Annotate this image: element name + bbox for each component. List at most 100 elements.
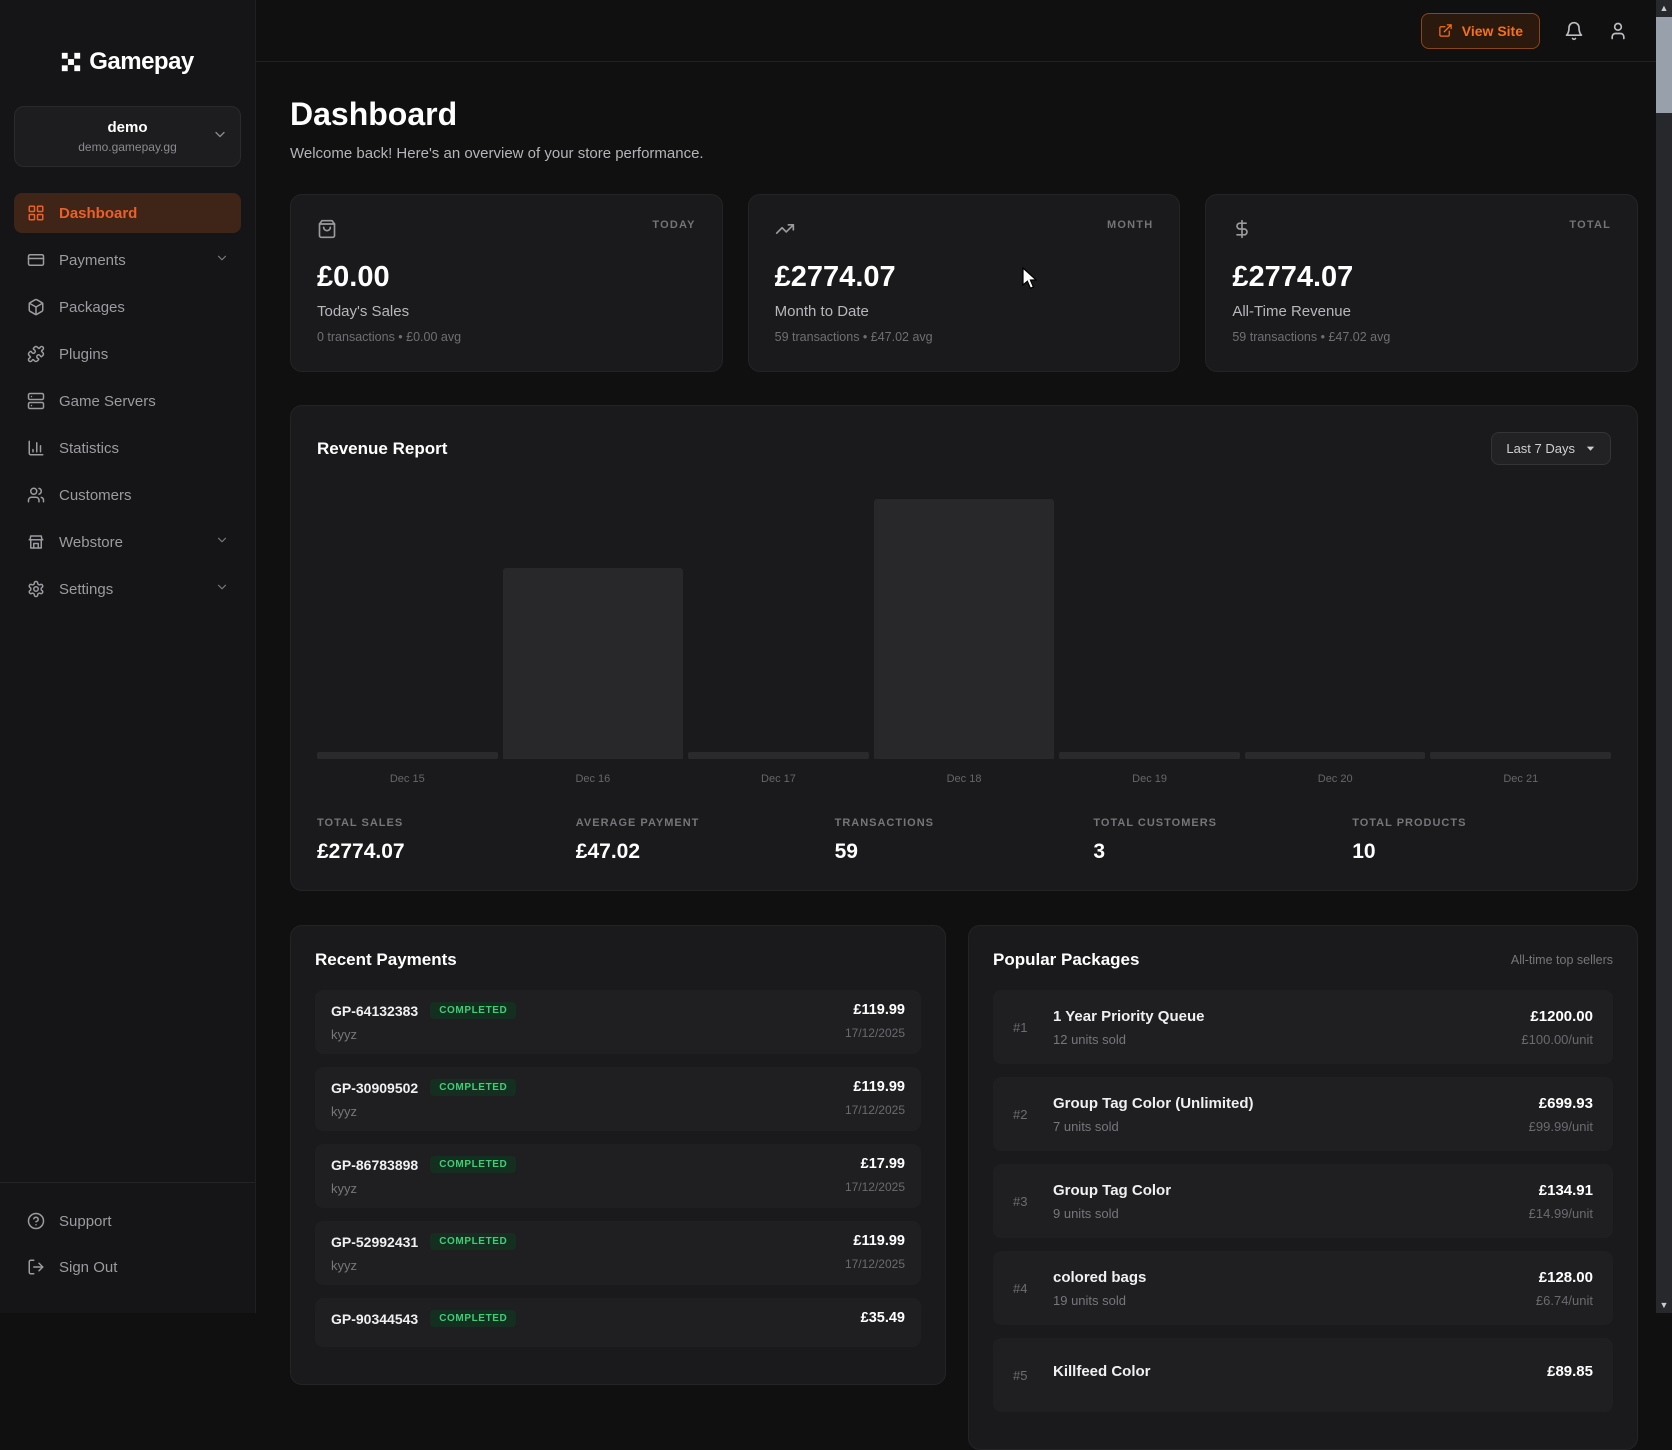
support-button[interactable]: Support: [14, 1201, 241, 1241]
caret-down-icon: [1585, 443, 1596, 454]
scrollbar-up-arrow[interactable]: ▲: [1656, 0, 1672, 16]
chart-x-label: Dec 16: [503, 773, 684, 787]
credit-card-icon: [27, 251, 45, 269]
package-row[interactable]: #2 Group Tag Color (Unlimited) 7 units s…: [993, 1077, 1613, 1151]
status-badge: COMPLETED: [430, 1079, 516, 1096]
card-value: £2774.07: [1232, 261, 1611, 294]
payment-date: 17/12/2025: [845, 1180, 905, 1194]
stat-cards: TODAY £0.00 Today's Sales 0 transactions…: [290, 194, 1638, 372]
sidebar-item-label: Payments: [59, 252, 126, 269]
chart-column: Dec 20: [1245, 487, 1426, 787]
summary-total-customers: TOTAL CUSTOMERS 3: [1093, 817, 1352, 864]
scrollbar-down-arrow[interactable]: ▼: [1656, 1297, 1672, 1313]
notifications-button[interactable]: [1564, 21, 1584, 41]
package-row[interactable]: #3 Group Tag Color 9 units sold £134.91 …: [993, 1164, 1613, 1238]
log-out-icon: [27, 1258, 45, 1276]
sidebar-item-webstore[interactable]: Webstore: [14, 522, 241, 562]
package-total: £89.85: [1547, 1363, 1593, 1380]
payment-amount: £119.99: [845, 1002, 905, 1018]
sidebar-nav: Dashboard Payments Packages Plugins Game…: [14, 193, 241, 609]
package-per-unit: £6.74/unit: [1536, 1293, 1593, 1308]
card-meta: 59 transactions • £47.02 avg: [775, 330, 1154, 344]
status-badge: COMPLETED: [430, 1233, 516, 1250]
recent-payments-title: Recent Payments: [315, 950, 457, 970]
stat-card-total: TOTAL £2774.07 All-Time Revenue 59 trans…: [1205, 194, 1638, 372]
view-site-label: View Site: [1462, 23, 1523, 39]
chart-column: Dec 19: [1059, 487, 1240, 787]
payment-row[interactable]: GP-52992431COMPLETED kyyz £119.99 17/12/…: [315, 1221, 921, 1285]
status-badge: COMPLETED: [430, 1156, 516, 1173]
account-button[interactable]: [1608, 21, 1628, 41]
view-site-button[interactable]: View Site: [1421, 13, 1540, 49]
chart-bar: [317, 752, 498, 759]
payment-amount: £119.99: [845, 1233, 905, 1249]
trending-up-icon: [775, 219, 795, 239]
chart-column: Dec 17: [688, 487, 869, 787]
server-icon: [27, 392, 45, 410]
summary-total-products: TOTAL PRODUCTS 10: [1352, 817, 1611, 864]
date-range-select[interactable]: Last 7 Days: [1491, 432, 1611, 465]
status-badge: COMPLETED: [430, 1002, 516, 1019]
user-icon: [1608, 21, 1628, 41]
sidebar-item-label: Dashboard: [59, 205, 137, 222]
package-name: Killfeed Color: [1053, 1363, 1547, 1380]
sidebar-item-label: Game Servers: [59, 393, 156, 410]
payment-amount: £119.99: [845, 1079, 905, 1095]
chart-x-label: Dec 15: [317, 773, 498, 787]
sign-out-button[interactable]: Sign Out: [14, 1247, 241, 1287]
sidebar-item-settings[interactable]: Settings: [14, 569, 241, 609]
card-meta: 0 transactions • £0.00 avg: [317, 330, 696, 344]
sidebar-item-customers[interactable]: Customers: [14, 475, 241, 515]
payment-row[interactable]: GP-64132383COMPLETED kyyz £119.99 17/12/…: [315, 990, 921, 1054]
sidebar-item-dashboard[interactable]: Dashboard: [14, 193, 241, 233]
package-row[interactable]: #5 Killfeed Color £89.85: [993, 1338, 1613, 1412]
revenue-report-title: Revenue Report: [317, 439, 447, 459]
chart-bar: [1245, 752, 1426, 759]
payment-row[interactable]: GP-86783898COMPLETED kyyz £17.99 17/12/2…: [315, 1144, 921, 1208]
package-units: 9 units sold: [1053, 1206, 1529, 1221]
card-meta: 59 transactions • £47.02 avg: [1232, 330, 1611, 344]
scrollbar-thumb[interactable]: [1656, 17, 1672, 113]
package-total: £134.91: [1529, 1182, 1593, 1199]
card-period: TOTAL: [1569, 219, 1611, 231]
payment-row[interactable]: GP-30909502COMPLETED kyyz £119.99 17/12/…: [315, 1067, 921, 1131]
chevron-down-icon: [215, 251, 229, 269]
chart-x-label: Dec 18: [874, 773, 1055, 787]
payment-customer: kyyz: [331, 1181, 516, 1196]
sidebar-item-plugins[interactable]: Plugins: [14, 334, 241, 374]
payment-row[interactable]: GP-90344543COMPLETED £35.49: [315, 1298, 921, 1347]
package-row[interactable]: #4 colored bags 19 units sold £128.00 £6…: [993, 1251, 1613, 1325]
recent-payments-panel: Recent Payments GP-64132383COMPLETED kyy…: [290, 925, 946, 1385]
sidebar-item-payments[interactable]: Payments: [14, 240, 241, 280]
page-subtitle: Welcome back! Here's an overview of your…: [290, 145, 1638, 162]
popular-packages-panel: Popular Packages All-time top sellers #1…: [968, 925, 1638, 1450]
chart-x-label: Dec 21: [1430, 773, 1611, 787]
support-label: Support: [59, 1213, 112, 1230]
sidebar-item-packages[interactable]: Packages: [14, 287, 241, 327]
package-row[interactable]: #1 1 Year Priority Queue 12 units sold £…: [993, 990, 1613, 1064]
package-name: colored bags: [1053, 1269, 1536, 1286]
chevron-down-icon: [215, 533, 229, 551]
sidebar-item-statistics[interactable]: Statistics: [14, 428, 241, 468]
package-per-unit: £14.99/unit: [1529, 1206, 1593, 1221]
package-rank: #3: [1013, 1194, 1053, 1209]
topbar: View Site: [256, 0, 1672, 62]
card-label: Today's Sales: [317, 303, 696, 320]
package-per-unit: £100.00/unit: [1521, 1032, 1593, 1047]
sidebar-item-game-servers[interactable]: Game Servers: [14, 381, 241, 421]
scrollbar[interactable]: ▲ ▼: [1656, 0, 1672, 1313]
payment-date: 17/12/2025: [845, 1026, 905, 1040]
summary-transactions: TRANSACTIONS 59: [835, 817, 1094, 864]
popular-packages-subtitle: All-time top sellers: [1511, 953, 1613, 967]
chart-bar: [1059, 752, 1240, 759]
summary-average-payment: AVERAGE PAYMENT £47.02: [576, 817, 835, 864]
chevron-down-icon: [212, 126, 228, 147]
page-title: Dashboard: [290, 96, 1638, 133]
payment-date: 17/12/2025: [845, 1257, 905, 1271]
chart-column: Dec 15: [317, 487, 498, 787]
package-icon: [27, 298, 45, 316]
sidebar-item-label: Customers: [59, 487, 132, 504]
store-selector[interactable]: demo demo.gamepay.gg: [14, 106, 241, 167]
package-rank: #2: [1013, 1107, 1053, 1122]
chart-bar: [503, 568, 684, 759]
